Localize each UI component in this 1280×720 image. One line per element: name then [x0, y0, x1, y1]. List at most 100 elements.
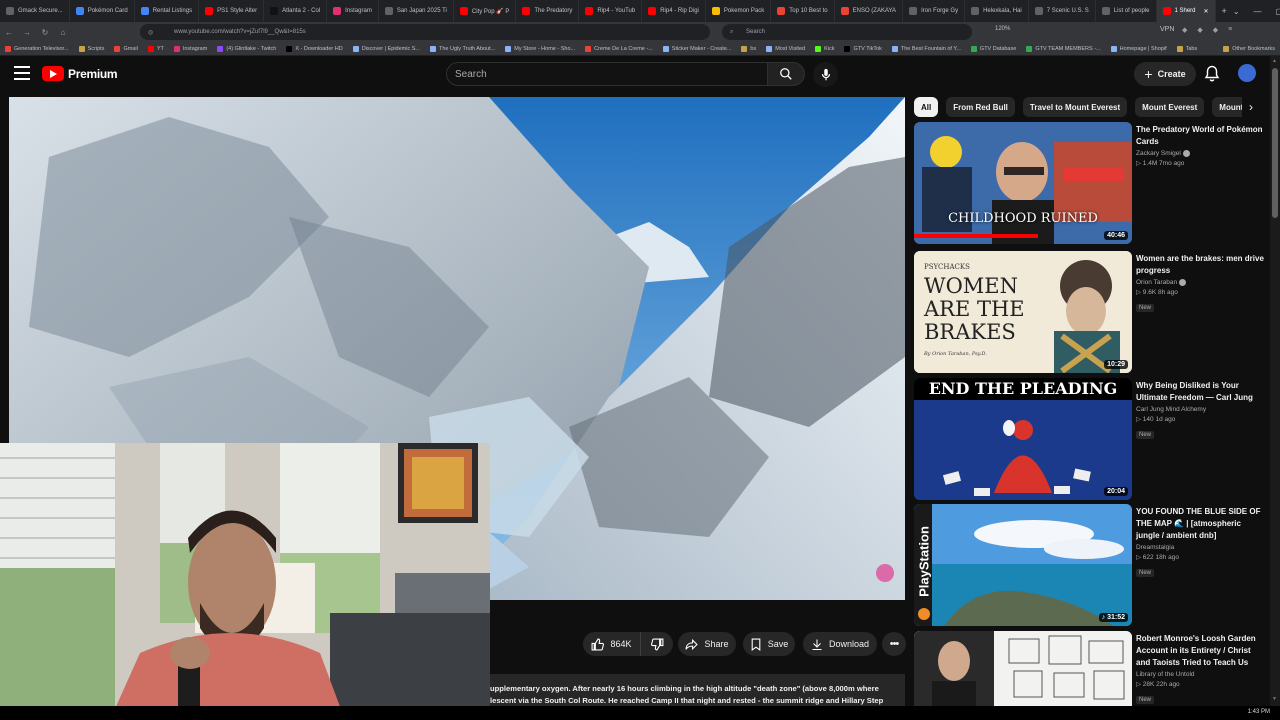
extension-icon[interactable]: ◆ — [1182, 26, 1187, 34]
bookmark[interactable]: (4) Glintlake - Twitch — [212, 45, 281, 52]
scroll-up-arrow-icon[interactable]: ▲ — [1272, 58, 1277, 64]
search-button[interactable] — [767, 62, 805, 86]
bookmark[interactable]: X - Downloader HD — [281, 45, 347, 52]
extension-icon[interactable]: ◆ — [1213, 26, 1218, 34]
channel-name[interactable]: Library of the Untold — [1136, 671, 1264, 678]
recommended-video[interactable]: CHILDHOOD RUINED 40:46 The Predatory Wor… — [914, 122, 1264, 244]
download-button[interactable]: Download — [803, 632, 877, 656]
browser-tab[interactable]: Helexkala, Hai — [965, 0, 1029, 22]
chip-mount-everest[interactable]: Mount Everest — [1135, 97, 1205, 117]
video-title[interactable]: YOU FOUND THE BLUE SIDE OF THE MAP 🌊 | [… — [1136, 506, 1264, 542]
bookmark[interactable]: My Store - Home - Sho... — [500, 45, 580, 52]
bookmark[interactable]: GTV Database — [966, 45, 1021, 52]
page-scrollbar[interactable]: ▲ ▼ — [1270, 56, 1280, 706]
video-description[interactable]: upplementary oxygen. After nearly 16 hou… — [490, 674, 905, 706]
tab-search-icon[interactable]: ⌄ — [1233, 7, 1240, 16]
minimize-icon[interactable]: — — [1254, 7, 1262, 16]
notifications-bell-icon[interactable] — [1204, 65, 1220, 87]
taskbar-clock[interactable]: 1:43 PM — [1248, 709, 1270, 715]
video-thumbnail[interactable]: PSYCHACKS WOMEN ARE THE BRAKES By Orion … — [914, 251, 1132, 373]
bookmark[interactable]: GTV TEAM MEMBERS -... — [1021, 45, 1105, 52]
bookmark[interactable]: Tabs — [1172, 45, 1203, 52]
bookmark[interactable]: Generation Televisor... — [0, 45, 74, 52]
extension-icon[interactable]: ◆ — [1197, 26, 1202, 34]
browser-tab[interactable]: Rip4 - Rip Digi — [642, 0, 706, 22]
bookmark[interactable]: Kick — [810, 45, 839, 52]
recommended-video[interactable]: PlayStation ♪ 31:52 YOU FOUND THE BLUE S… — [914, 504, 1264, 626]
bookmark[interactable]: YT — [143, 45, 169, 52]
channel-name[interactable]: Orion Taraban — [1136, 279, 1264, 286]
recommended-video[interactable]: PSYCHACKS WOMEN ARE THE BRAKES By Orion … — [914, 251, 1264, 373]
bookmark[interactable]: GTV TikTok — [839, 45, 886, 52]
bookmark[interactable]: The Best Fountain of Y... — [887, 45, 966, 52]
bookmark[interactable]: bs — [736, 45, 761, 52]
browser-tab[interactable]: PS1 Style Alter — [199, 0, 265, 22]
bookmark[interactable]: Scripts — [74, 45, 110, 52]
search-input[interactable]: Search — [446, 62, 768, 86]
new-tab-button[interactable]: + — [1216, 0, 1233, 22]
bookmark[interactable]: The Ugly Truth About... — [425, 45, 500, 52]
chip-travel-to-mount-everest[interactable]: Travel to Mount Everest — [1022, 97, 1128, 117]
browser-tab[interactable]: City Pop 🎸 P — [454, 0, 517, 22]
browser-tab[interactable]: Gmack Secure... — [0, 0, 70, 22]
bookmark[interactable]: Gmail — [109, 45, 142, 52]
vpn-badge[interactable]: VPN — [1160, 26, 1174, 33]
address-bar[interactable]: ◎ www.youtube.com/watch?v=jZuf7l9__Qw&t=… — [140, 24, 710, 40]
video-thumbnail[interactable]: END THE PLEADING 20:04 — [914, 378, 1132, 500]
browser-tab[interactable]: Pokémon Card — [70, 0, 135, 22]
create-button[interactable]: + Create — [1134, 62, 1196, 86]
bookmark[interactable]: Instagram — [169, 45, 212, 52]
video-title[interactable]: Robert Monroe's Loosh Garden Account in … — [1136, 633, 1264, 669]
bookmark[interactable]: Homepage | Shopif — [1106, 45, 1172, 52]
menu-icon[interactable]: ≡ — [1228, 26, 1232, 34]
recommended-video[interactable]: Robert Monroe's Loosh Garden Account in … — [914, 631, 1264, 706]
browser-tab[interactable]: Instagram — [327, 0, 379, 22]
channel-name[interactable]: Dreamstalgia — [1136, 544, 1264, 551]
browser-tab[interactable]: ENSO (ZAKAYA — [835, 0, 904, 22]
site-info-icon[interactable]: ◎ — [148, 29, 153, 36]
video-thumbnail[interactable]: CHILDHOOD RUINED 40:46 — [914, 122, 1132, 244]
browser-tab[interactable]: Iron Forge Gy — [903, 0, 966, 22]
dislike-button[interactable] — [641, 632, 673, 656]
video-title[interactable]: Why Being Disliked is Your Ultimate Free… — [1136, 380, 1264, 404]
forward-arrow-icon[interactable]: → — [18, 23, 36, 41]
other-bookmarks[interactable]: Other Bookmarks — [1218, 45, 1280, 52]
scroll-down-arrow-icon[interactable]: ▼ — [1272, 696, 1277, 702]
bookmark[interactable]: Sticker Maker - Create... — [658, 45, 737, 52]
browser-tab[interactable]: 7 Scenic U.S. S — [1029, 0, 1096, 22]
browser-tab[interactable]: Pokemon Pack — [706, 0, 772, 22]
save-button[interactable]: Save — [743, 632, 795, 656]
maximize-icon[interactable]: ▢ — [1276, 7, 1280, 16]
browser-tab[interactable]: List of people — [1096, 0, 1157, 22]
chips-next-button[interactable]: › — [1242, 97, 1260, 117]
avatar[interactable] — [1238, 64, 1256, 82]
reload-icon[interactable]: ↻ — [36, 23, 54, 41]
chip-from-red-bull[interactable]: From Red Bull — [946, 97, 1015, 117]
more-actions-button[interactable]: ••• — [882, 632, 906, 656]
video-thumbnail[interactable] — [914, 631, 1132, 706]
browser-tab[interactable]: The Predatory — [516, 0, 580, 22]
video-thumbnail[interactable]: PlayStation ♪ 31:52 — [914, 504, 1132, 626]
voice-search-button[interactable] — [813, 62, 838, 87]
scrollbar-thumb[interactable] — [1272, 68, 1278, 218]
zoom-level[interactable]: 120% — [995, 26, 1010, 32]
browser-search-field[interactable]: ⌕ Search — [722, 24, 972, 40]
browser-tab[interactable]: Rental Listings — [135, 0, 200, 22]
browser-tab[interactable]: Rip4 - YouTub — [579, 0, 643, 22]
menu-hamburger-icon[interactable] — [14, 66, 30, 80]
video-title[interactable]: The Predatory World of Pokémon Cards — [1136, 124, 1264, 148]
chip-all[interactable]: All — [914, 97, 939, 117]
browser-tab-active[interactable]: 1 Sherd ✕ — [1156, 0, 1216, 22]
video-title[interactable]: Women are the brakes: men drive progress — [1136, 253, 1264, 277]
bookmark[interactable]: Discover | Epidemic S... — [348, 45, 425, 52]
channel-name[interactable]: Zackary Smigel — [1136, 150, 1264, 157]
browser-tab[interactable]: Atlanta 2 - Col — [264, 0, 328, 22]
bookmark[interactable]: Creme De La Creme -... — [580, 45, 658, 52]
back-arrow-icon[interactable]: ← — [0, 23, 18, 41]
browser-tab[interactable]: Top 10 Best to — [771, 0, 835, 22]
channel-name[interactable]: Carl Jung Mind Alchemy — [1136, 406, 1264, 413]
like-button[interactable]: 864K — [583, 632, 641, 656]
home-icon[interactable]: ⌂ — [54, 23, 72, 41]
bookmark[interactable]: Most Visited — [761, 45, 810, 52]
close-tab-icon[interactable]: ✕ — [1204, 8, 1209, 15]
